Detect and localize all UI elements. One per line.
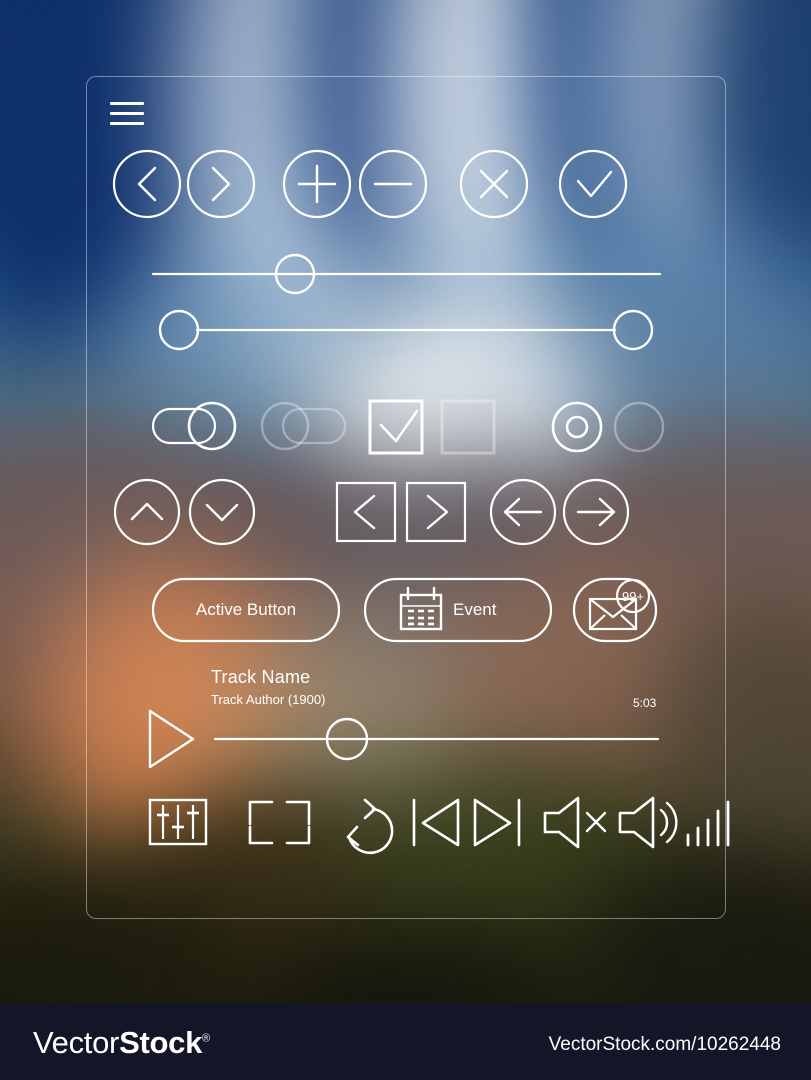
- check-icon: [379, 409, 419, 443]
- mail-badge: 99+: [615, 578, 651, 614]
- selection-controls-row: [87, 387, 727, 457]
- chevron-right-icon: [211, 166, 231, 202]
- range-slider[interactable]: [87, 303, 727, 355]
- fullscreen-button[interactable]: [248, 800, 311, 845]
- forward-arrow-circle-button[interactable]: [562, 478, 630, 546]
- hamburger-line: [110, 122, 144, 125]
- event-button-label: Event: [453, 600, 497, 619]
- mail-badge-count: 99+: [622, 589, 644, 604]
- range-handle-low[interactable]: [158, 309, 200, 351]
- mail-button[interactable]: 99+: [572, 577, 658, 643]
- checkbox-checked[interactable]: [368, 399, 424, 455]
- page-prev-square-button[interactable]: [335, 481, 397, 543]
- next-track-button[interactable]: [473, 798, 521, 847]
- music-player: Track Name Track Author (1900) 5:03: [87, 667, 727, 777]
- volume-on-icon: [618, 796, 678, 849]
- next-chevron-circle-button[interactable]: [186, 149, 256, 219]
- toggle-switch-on[interactable]: [151, 401, 237, 451]
- checkbox-box: [368, 399, 424, 455]
- chevron-up-icon: [130, 502, 164, 521]
- toggle-switch-off[interactable]: [260, 401, 347, 451]
- signal-strength-indicator: [686, 800, 730, 847]
- ui-kit-panel: 99+ Active Button Event Track Name Track…: [86, 76, 730, 919]
- volume-mute-icon: [543, 796, 607, 849]
- hamburger-line: [110, 102, 144, 105]
- radio-outer-ring: [613, 401, 665, 453]
- repeat-button[interactable]: [346, 798, 394, 855]
- vectorstock-url: VectorStock.com/10262448: [548, 1034, 781, 1055]
- chevron-left-icon: [137, 166, 157, 202]
- prev-chevron-circle-button[interactable]: [112, 149, 182, 219]
- scroll-up-circle-button[interactable]: [113, 478, 181, 546]
- checkbox-unchecked[interactable]: [440, 399, 496, 455]
- signal-bars-icon: [686, 800, 730, 847]
- play-button[interactable]: [148, 709, 195, 769]
- plus-icon: [297, 164, 337, 204]
- navigation-row: [87, 475, 727, 549]
- radio-inner-dot: [565, 415, 589, 439]
- radio-unselected[interactable]: [613, 401, 665, 453]
- volume-slider[interactable]: [87, 241, 727, 295]
- logo-text-part2: Stock: [119, 1025, 203, 1060]
- chevron-left-icon: [353, 494, 376, 530]
- toggle-knob: [187, 401, 237, 451]
- repeat-icon: [346, 798, 394, 855]
- toggle-knob: [260, 401, 310, 451]
- close-circle-button[interactable]: [459, 149, 529, 219]
- back-arrow-circle-button[interactable]: [489, 478, 557, 546]
- calendar-icon: [399, 586, 443, 631]
- chevron-right-icon: [426, 494, 449, 530]
- check-icon: [576, 170, 613, 198]
- minus-circle-button[interactable]: [358, 149, 428, 219]
- range-handle-high[interactable]: [612, 309, 654, 351]
- arrow-left-icon: [503, 497, 543, 527]
- plus-circle-button[interactable]: [282, 149, 352, 219]
- pill-button-row: 99+ Active Button Event: [87, 573, 727, 645]
- chevron-down-icon: [205, 503, 239, 522]
- close-x-icon: [479, 169, 509, 199]
- scroll-down-circle-button[interactable]: [188, 478, 256, 546]
- active-button-label: Active Button: [195, 600, 297, 619]
- logo-text-part1: Vector: [33, 1025, 120, 1060]
- radio-outer-ring: [551, 401, 603, 453]
- previous-track-button[interactable]: [412, 798, 460, 847]
- equalizer-button[interactable]: [148, 798, 208, 846]
- mute-button[interactable]: [543, 796, 607, 849]
- page-next-square-button[interactable]: [405, 481, 467, 543]
- toggle-track: [281, 407, 347, 445]
- arrow-right-icon: [576, 497, 616, 527]
- next-track-icon: [473, 798, 521, 847]
- registered-mark-icon: ®: [202, 1032, 210, 1045]
- confirm-circle-button[interactable]: [558, 149, 628, 219]
- volume-button[interactable]: [618, 796, 678, 849]
- checkbox-box: [440, 399, 496, 455]
- hamburger-line: [110, 112, 144, 115]
- previous-track-icon: [412, 798, 460, 847]
- hamburger-menu-icon[interactable]: [110, 102, 144, 130]
- vectorstock-logo: VectorStock®: [33, 1025, 210, 1061]
- icon-button-row: [87, 146, 727, 222]
- radio-selected[interactable]: [551, 401, 603, 453]
- toggle-track: [151, 407, 217, 445]
- fullscreen-icon: [248, 800, 311, 845]
- footer-bar: VectorStock® VectorStock.com/10262448: [0, 1003, 811, 1080]
- media-controls-row: [87, 787, 730, 857]
